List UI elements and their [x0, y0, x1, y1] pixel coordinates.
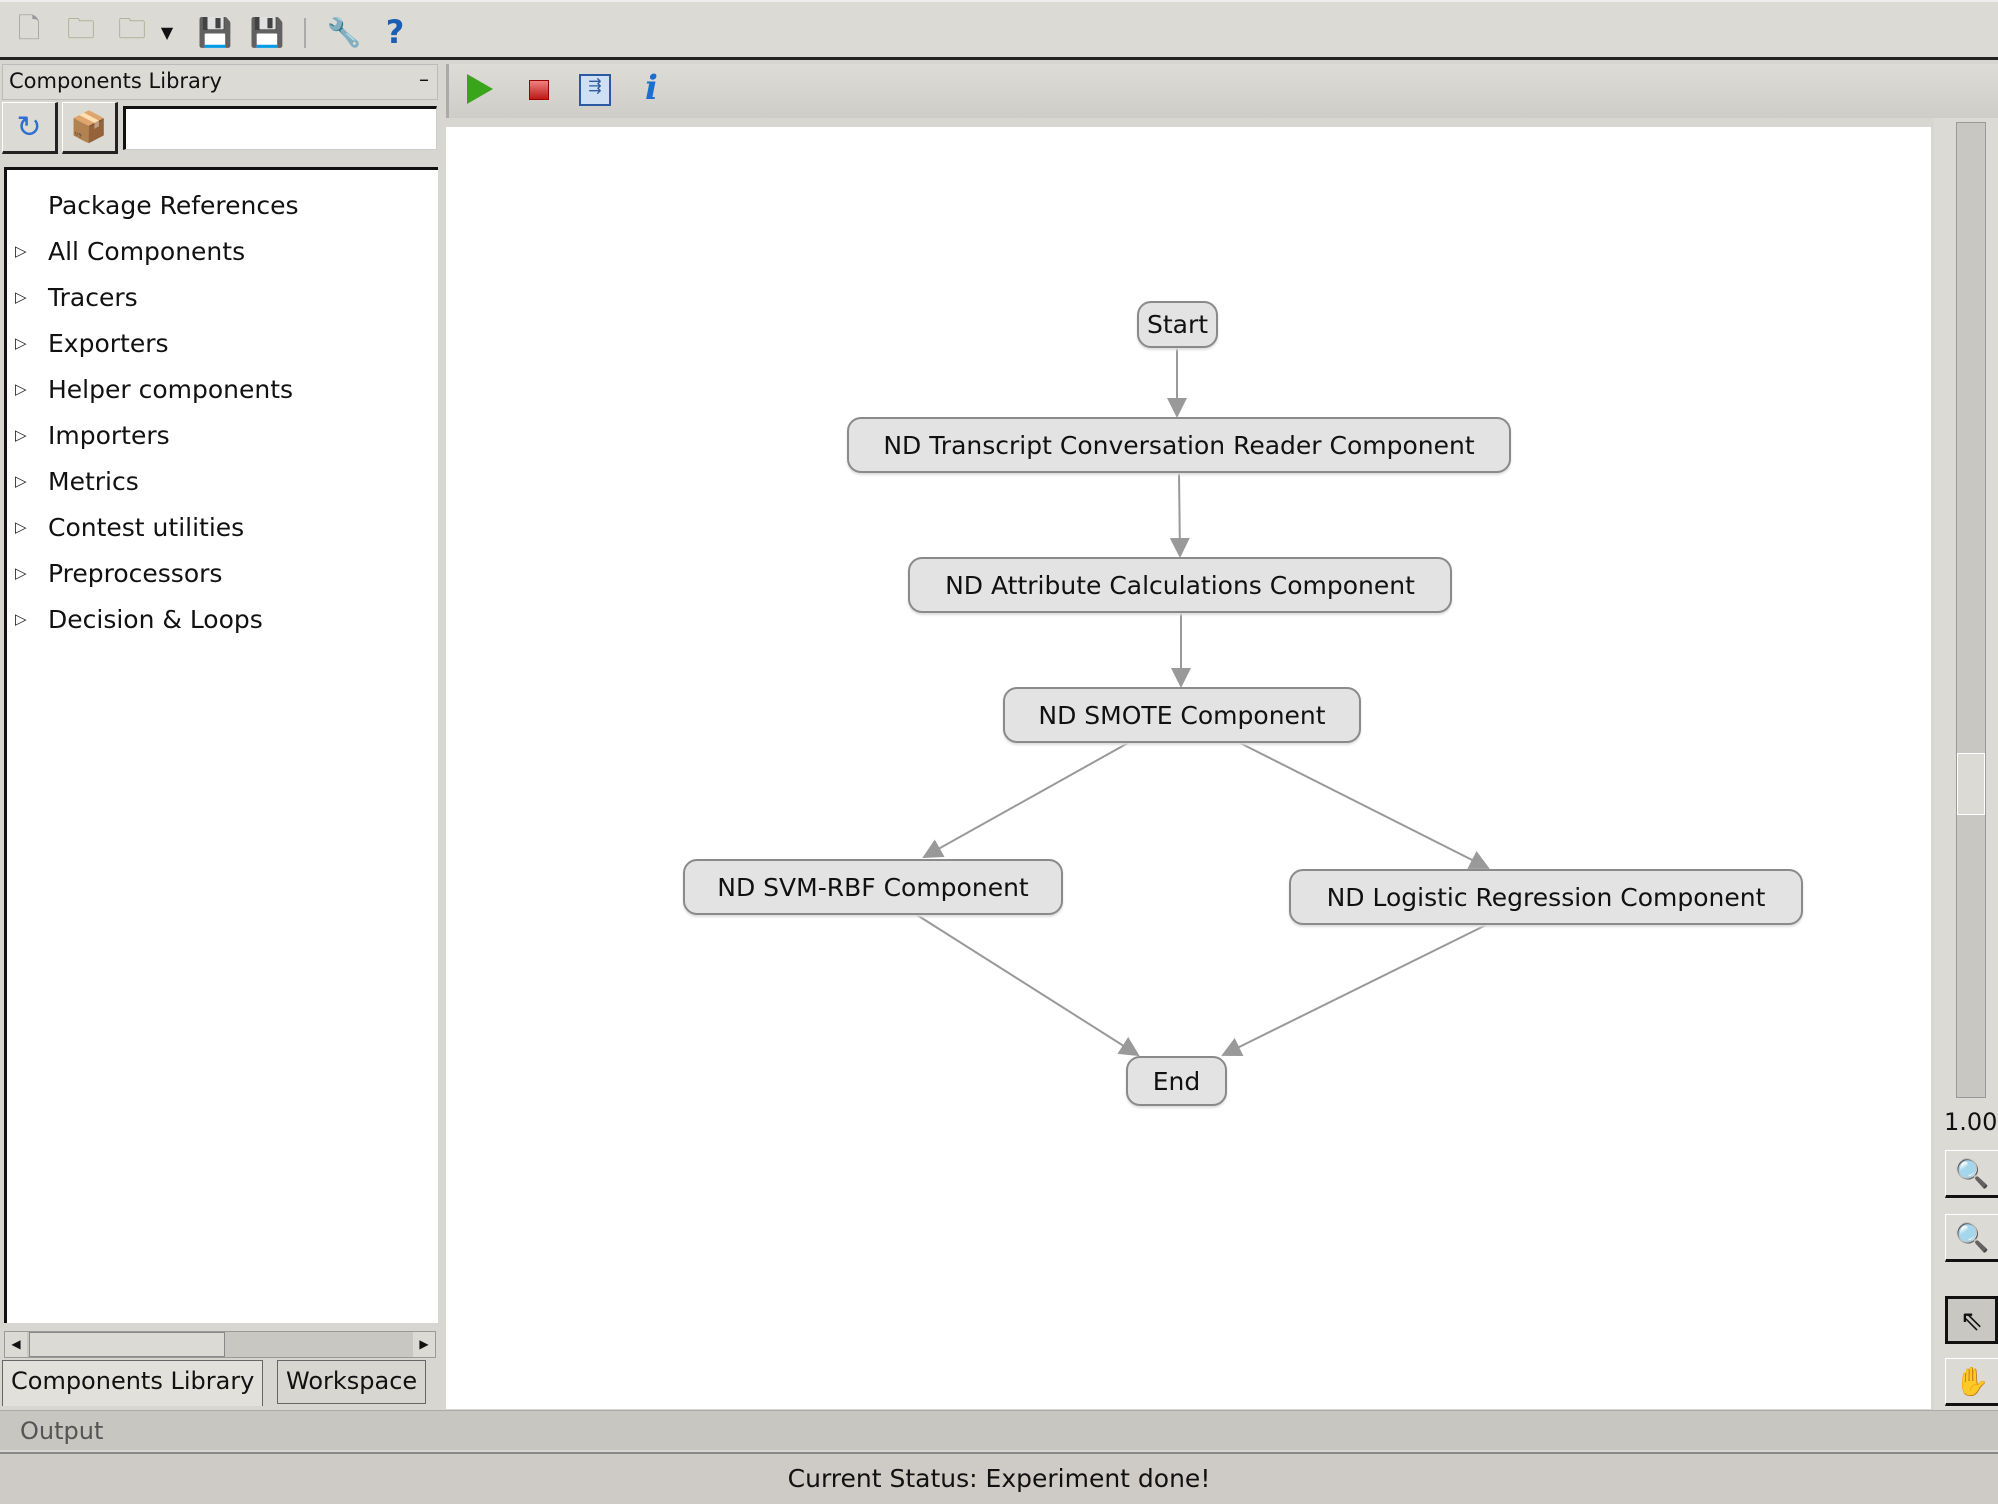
status-text: Current Status: Experiment done! [787, 1464, 1211, 1493]
node-svm[interactable]: ND SVM-RBF Component [683, 859, 1063, 915]
pointer-icon: ⇖ [1959, 1303, 1984, 1337]
node-start[interactable]: Start [1137, 301, 1218, 348]
zoom-slider-thumb[interactable] [1957, 753, 1985, 815]
node-end[interactable]: End [1126, 1056, 1227, 1106]
zoom-actual-size-button[interactable]: 🔍 [1945, 1150, 1998, 1198]
zoom-fit-button[interactable]: 🔍 [1945, 1214, 1998, 1262]
zoom-slider[interactable] [1956, 122, 1986, 1098]
edge-logreg-end [1221, 924, 1487, 1056]
pan-tool-button[interactable]: ✋ [1945, 1358, 1998, 1406]
node-attr[interactable]: ND Attribute Calculations Component [908, 557, 1452, 613]
edge-svm-end [916, 914, 1140, 1057]
hand-icon: ✋ [1954, 1364, 1990, 1398]
edge-smote-logreg [1239, 742, 1490, 869]
zoom-level: 1.00 [1944, 1108, 1998, 1136]
edge-smote-svm [922, 742, 1129, 858]
node-smote[interactable]: ND SMOTE Component [1003, 687, 1361, 743]
graph-edges [916, 348, 1490, 1057]
node-logreg[interactable]: ND Logistic Regression Component [1289, 869, 1803, 925]
zoom-fit-icon: 🔍 [1954, 1220, 1990, 1254]
select-tool-button[interactable]: ⇖ [1945, 1296, 1998, 1344]
node-transcript[interactable]: ND Transcript Conversation Reader Compon… [847, 417, 1511, 473]
zoom-1-1-icon: 🔍 [1954, 1156, 1990, 1190]
edge-transcript-attr [1169, 472, 1190, 558]
status-bar: Current Status: Experiment done! [0, 1452, 1998, 1504]
output-panel[interactable]: Output [0, 1410, 1998, 1450]
